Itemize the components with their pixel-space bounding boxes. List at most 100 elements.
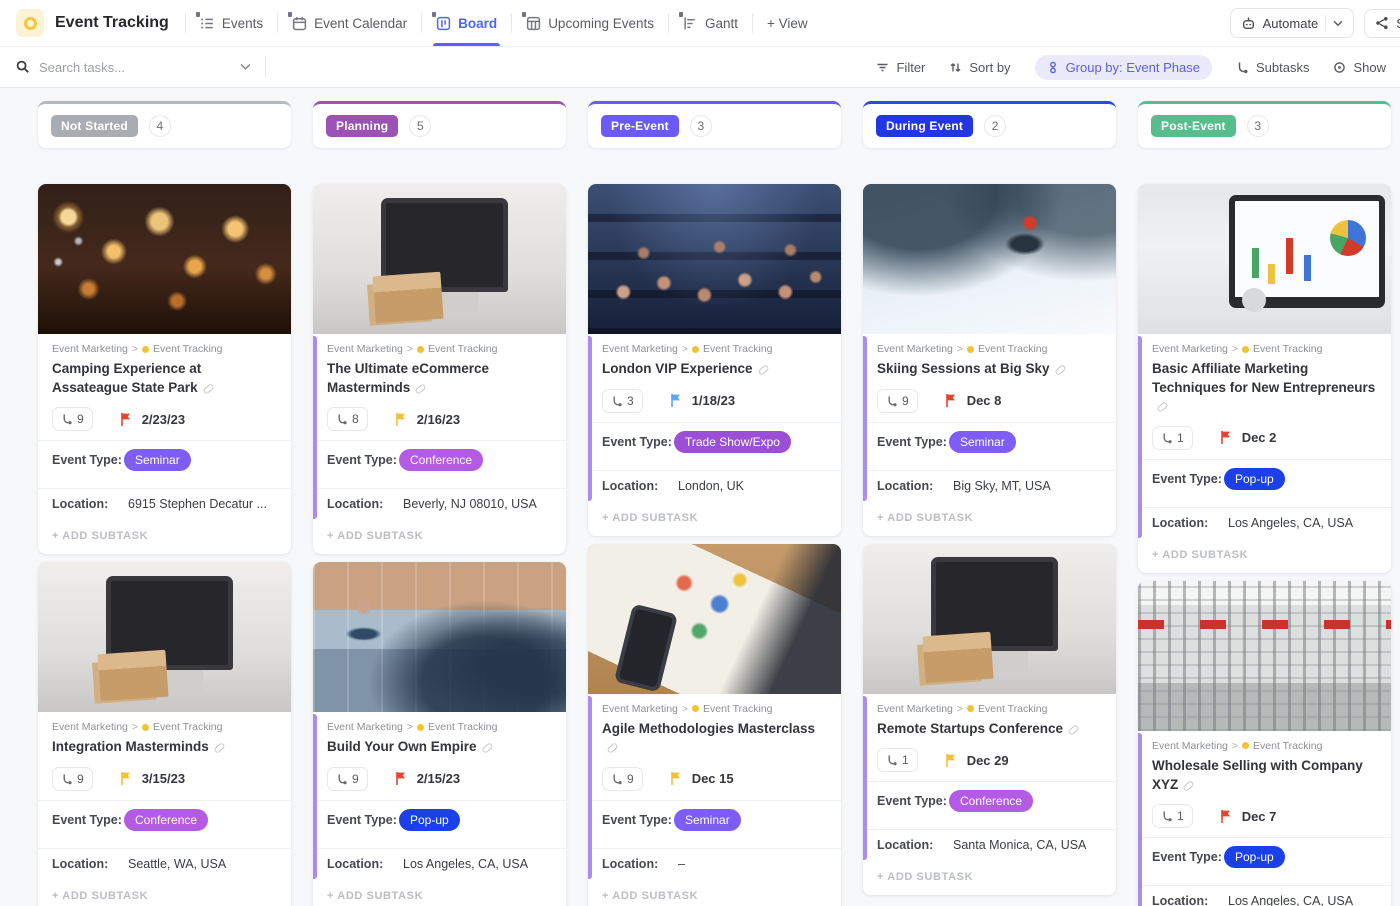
task-card[interactable]: Event Marketing > Event Tracking Remote …	[863, 543, 1116, 896]
automate-button[interactable]: Automate	[1229, 8, 1355, 38]
breadcrumb[interactable]: Event Marketing > Event Tracking	[1152, 740, 1377, 752]
event-type-badge[interactable]: Pop-up	[1224, 467, 1285, 490]
add-subtask-button[interactable]: + ADD SUBTASK	[863, 862, 1116, 895]
column-header[interactable]: During Event 2	[863, 101, 1116, 148]
breadcrumb[interactable]: Event Marketing > Event Tracking	[877, 703, 1102, 715]
subtask-count-chip[interactable]: 9	[327, 766, 368, 791]
column-header[interactable]: Post-Event 3	[1138, 101, 1391, 148]
subtasks-button[interactable]: Subtasks	[1236, 60, 1309, 75]
location-value[interactable]: Beverly, NJ 08010, USA	[403, 497, 537, 511]
chevron-down-icon[interactable]	[1333, 20, 1343, 27]
task-title[interactable]: Remote Startups Conference	[877, 720, 1102, 739]
location-value[interactable]: Los Angeles, CA, USA	[403, 857, 528, 871]
task-card[interactable]: Event Marketing > Event Tracking London …	[588, 184, 841, 536]
event-type-badge[interactable]: Pop-up	[1224, 846, 1285, 869]
location-value[interactable]: Seattle, WA, USA	[128, 857, 226, 871]
flag-icon[interactable]	[944, 753, 958, 768]
column-header[interactable]: Pre-Event 3	[588, 101, 841, 148]
due-date[interactable]: 3/15/23	[142, 771, 185, 786]
due-date[interactable]: Dec 8	[967, 393, 1002, 408]
breadcrumb[interactable]: Event Marketing > Event Tracking	[602, 343, 827, 355]
flag-icon[interactable]	[394, 771, 408, 786]
subtask-count-chip[interactable]: 9	[602, 766, 643, 791]
due-date[interactable]: 2/15/23	[417, 771, 460, 786]
task-card[interactable]: Event Marketing > Event Tracking Build Y…	[313, 562, 566, 906]
subtask-count-chip[interactable]: 3	[602, 388, 643, 413]
due-date[interactable]: Dec 29	[967, 753, 1009, 768]
add-subtask-button[interactable]: + ADD SUBTASK	[38, 881, 291, 906]
flag-icon[interactable]	[944, 393, 958, 408]
due-date[interactable]: 2/23/23	[142, 412, 185, 427]
breadcrumb[interactable]: Event Marketing > Event Tracking	[877, 343, 1102, 355]
flag-icon[interactable]	[1219, 809, 1233, 824]
share-button[interactable]: Share	[1364, 8, 1400, 38]
breadcrumb[interactable]: Event Marketing > Event Tracking	[327, 343, 552, 355]
add-subtask-button[interactable]: + ADD SUBTASK	[863, 503, 1116, 536]
subtask-count-chip[interactable]: 1	[1152, 425, 1193, 450]
add-subtask-button[interactable]: + ADD SUBTASK	[1138, 540, 1391, 573]
column-header[interactable]: Planning 5	[313, 101, 566, 148]
breadcrumb[interactable]: Event Marketing > Event Tracking	[1152, 343, 1377, 355]
task-title[interactable]: Integration Masterminds	[52, 738, 277, 757]
filter-button[interactable]: Filter	[876, 60, 925, 75]
location-value[interactable]: London, UK	[678, 479, 744, 493]
flag-icon[interactable]	[394, 412, 408, 427]
location-value[interactable]: Santa Monica, CA, USA	[953, 838, 1086, 852]
task-card[interactable]: Event Marketing > Event Tracking Skiing …	[863, 184, 1116, 536]
task-title[interactable]: Basic Affiliate Marketing Techniques for…	[1152, 360, 1377, 416]
event-type-badge[interactable]: Conference	[949, 790, 1034, 813]
add-subtask-button[interactable]: + ADD SUBTASK	[38, 521, 291, 554]
add-view-button[interactable]: + View	[753, 0, 822, 46]
add-subtask-button[interactable]: + ADD SUBTASK	[588, 881, 841, 906]
task-card[interactable]: Event Marketing > Event Tracking Integra…	[38, 562, 291, 906]
location-value[interactable]: Los Angeles, CA, USA	[1228, 894, 1353, 906]
event-type-badge[interactable]: Seminar	[124, 449, 191, 472]
flag-icon[interactable]	[119, 771, 133, 786]
event-type-badge[interactable]: Conference	[124, 808, 209, 831]
breadcrumb[interactable]: Event Marketing > Event Tracking	[52, 721, 277, 733]
event-type-badge[interactable]: Conference	[399, 449, 484, 472]
subtask-count-chip[interactable]: 8	[327, 407, 368, 432]
tab-board[interactable]: Board	[422, 0, 511, 46]
subtask-count-chip[interactable]: 1	[1152, 804, 1193, 829]
task-title[interactable]: Wholesale Selling with Company XYZ	[1152, 757, 1377, 794]
event-type-badge[interactable]: Seminar	[949, 430, 1016, 453]
search-box[interactable]	[16, 59, 251, 75]
flag-icon[interactable]	[669, 771, 683, 786]
flag-icon[interactable]	[669, 393, 683, 408]
sort-by-button[interactable]: Sort by	[949, 60, 1011, 75]
task-card[interactable]: Event Marketing > Event Tracking Basic A…	[1138, 184, 1391, 573]
location-value[interactable]: Los Angeles, CA, USA	[1228, 516, 1353, 530]
flag-icon[interactable]	[119, 412, 133, 427]
task-title[interactable]: Skiing Sessions at Big Sky	[877, 360, 1102, 379]
column-header[interactable]: Not Started 4	[38, 101, 291, 148]
add-subtask-button[interactable]: + ADD SUBTASK	[313, 881, 566, 906]
breadcrumb[interactable]: Event Marketing > Event Tracking	[602, 703, 827, 715]
location-value[interactable]: –	[678, 857, 685, 871]
tab-event-calendar[interactable]: Event Calendar	[278, 0, 421, 46]
task-title[interactable]: Build Your Own Empire	[327, 738, 552, 757]
group-by-button[interactable]: Group by: Event Phase	[1034, 54, 1212, 80]
location-value[interactable]: 6915 Stephen Decatur ...	[128, 497, 267, 511]
subtask-count-chip[interactable]: 9	[877, 388, 918, 413]
add-subtask-button[interactable]: + ADD SUBTASK	[588, 503, 841, 536]
subtask-count-chip[interactable]: 9	[52, 766, 93, 791]
tab-gantt[interactable]: Gantt	[669, 0, 752, 46]
task-card[interactable]: Event Marketing > Event Tracking Wholesa…	[1138, 580, 1391, 906]
event-type-badge[interactable]: Trade Show/Expo	[674, 430, 791, 453]
task-card[interactable]: Event Marketing > Event Tracking The Ult…	[313, 184, 566, 555]
due-date[interactable]: Dec 15	[692, 771, 734, 786]
flag-icon[interactable]	[1219, 430, 1233, 445]
breadcrumb[interactable]: Event Marketing > Event Tracking	[52, 343, 277, 355]
add-subtask-button[interactable]: + ADD SUBTASK	[313, 521, 566, 554]
tab-events[interactable]: Events	[186, 0, 277, 46]
subtask-count-chip[interactable]: 1	[877, 748, 918, 773]
task-title[interactable]: Agile Methodologies Masterclass	[602, 720, 827, 757]
event-type-badge[interactable]: Seminar	[674, 808, 741, 831]
due-date[interactable]: 1/18/23	[692, 393, 735, 408]
search-input[interactable]	[39, 59, 187, 75]
show-button[interactable]: Show	[1333, 60, 1386, 75]
task-title[interactable]: The Ultimate eCommerce Masterminds	[327, 360, 552, 397]
task-card[interactable]: Event Marketing > Event Tracking Agile M…	[588, 543, 841, 906]
due-date[interactable]: Dec 7	[1242, 809, 1277, 824]
